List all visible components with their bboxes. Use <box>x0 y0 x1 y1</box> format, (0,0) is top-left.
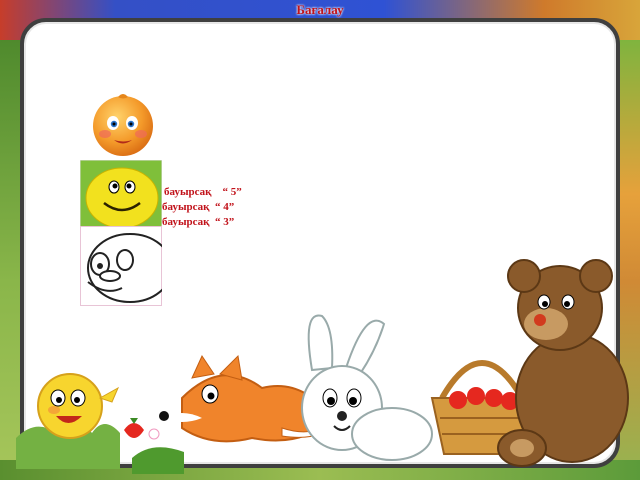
grade-label: бауырсақ <box>162 201 210 213</box>
grade-value: “ 3” <box>215 216 235 228</box>
fairy-tale-characters-illustration <box>16 259 629 474</box>
grade-row: бауырсақ “ 4” <box>162 200 242 215</box>
grade-legend: бауырсақ “ 5” бауырсақ “ 4” бауырсақ “ 3… <box>162 185 242 230</box>
grade-label: бауырсақ <box>162 216 210 228</box>
slide-title: Бағалау <box>296 2 344 17</box>
happy-face-orange-image <box>93 94 153 156</box>
grade-row: бауырсақ “ 5” <box>164 185 242 200</box>
smiley-face-yellow-image <box>80 160 162 228</box>
grade-label: бауырсақ <box>164 186 212 198</box>
grade-row: бауырсақ “ 3” <box>162 215 242 230</box>
grade-value: “ 5” <box>222 186 242 198</box>
grade-value: “ 4” <box>215 201 235 213</box>
